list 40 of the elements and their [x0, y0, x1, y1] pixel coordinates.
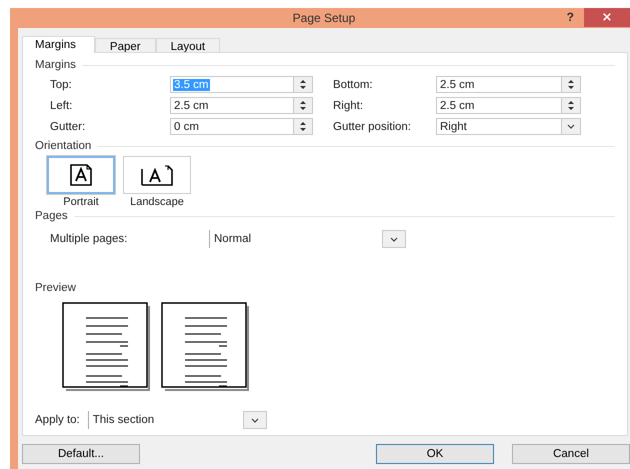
- page-letter-icon: [70, 164, 92, 186]
- field-label: Right:: [333, 100, 364, 112]
- field-label: Gutter position:: [333, 120, 412, 132]
- chevron-down-icon: [567, 124, 575, 129]
- spin-field[interactable]: 0 cm: [170, 118, 313, 135]
- spin-field[interactable]: 2.5 cm: [170, 97, 313, 114]
- dialog-button[interactable]: Default...: [22, 444, 140, 464]
- close-button[interactable]: ×: [584, 8, 630, 27]
- field-label: Left:: [50, 100, 74, 112]
- spin-arrows-icon: [567, 100, 575, 111]
- spin-arrows-icon: [567, 79, 575, 90]
- field-label: Bottom:: [333, 78, 374, 90]
- section-heading: Pages: [35, 210, 68, 222]
- spin-field[interactable]: 2.5 cm: [436, 97, 581, 114]
- dialog-button[interactable]: OK: [376, 444, 494, 464]
- help-button[interactable]: ?: [562, 8, 578, 26]
- apply-to-dropdown[interactable]: This section: [88, 411, 267, 429]
- portrait-option[interactable]: [47, 156, 115, 194]
- dropdown-field[interactable]: Right: [436, 118, 581, 135]
- field-label: Top:: [50, 78, 73, 90]
- spin-field[interactable]: 2.5 cm: [436, 76, 581, 93]
- section-heading: Margins: [35, 59, 76, 71]
- section-heading: Orientation: [35, 140, 92, 152]
- multiple-pages-dropdown[interactable]: Normal: [209, 230, 406, 248]
- option-label: Portrait: [63, 196, 99, 208]
- dialog-button[interactable]: Cancel: [512, 444, 630, 464]
- chevron-down-icon: [250, 418, 259, 422]
- section-heading: Preview: [35, 282, 76, 294]
- spin-arrows-icon: [299, 79, 307, 90]
- chevron-down-icon: [390, 236, 398, 242]
- page-letter-icon: [140, 164, 174, 186]
- field-label: Apply to:: [35, 414, 80, 426]
- field-label: Multiple pages:: [50, 233, 128, 245]
- spin-arrows-icon: [299, 121, 307, 132]
- tab[interactable]: Margins: [22, 36, 95, 53]
- window-title: Page Setup: [292, 11, 356, 25]
- spin-arrows-icon: [299, 100, 307, 111]
- option-label: Landscape: [130, 196, 184, 208]
- landscape-option[interactable]: [123, 156, 191, 194]
- field-label: Gutter:: [50, 120, 86, 132]
